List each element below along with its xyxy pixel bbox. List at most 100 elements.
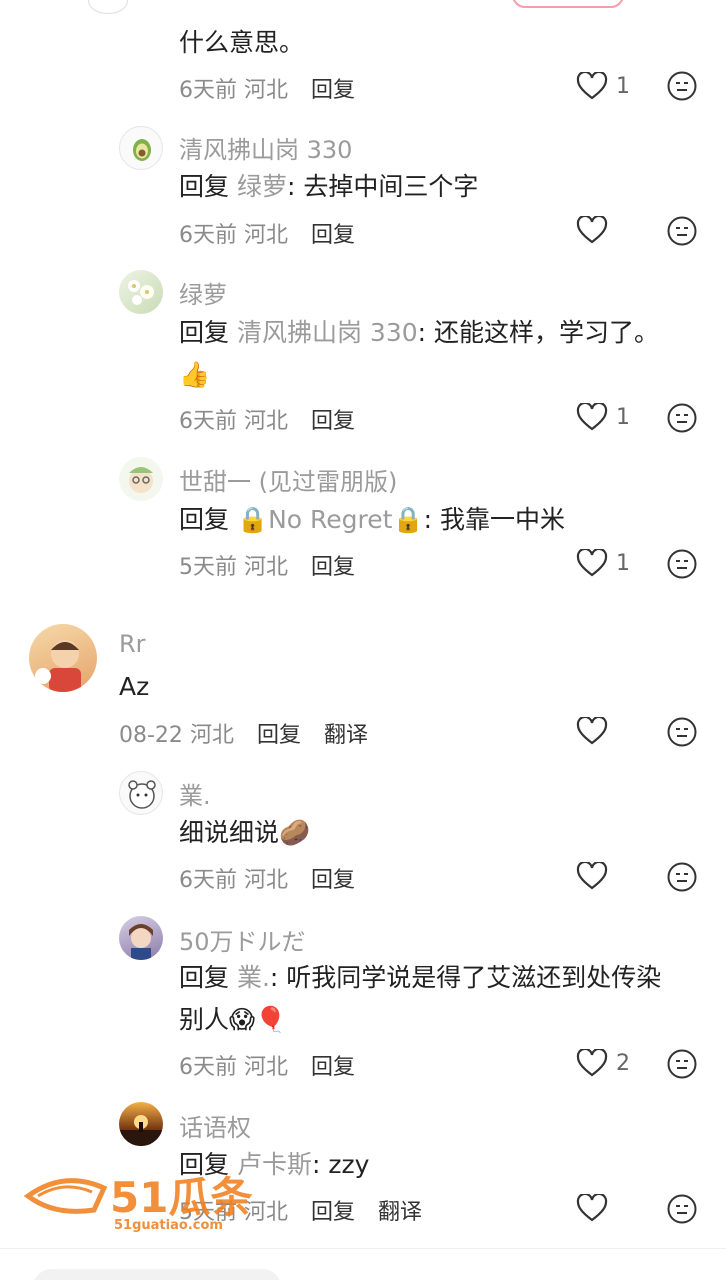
comment-text: 回复 業.: 听我同学说是得了艾滋还到处传染 bbox=[179, 955, 661, 1000]
reply-prefix: 回复 bbox=[179, 172, 230, 201]
avatar[interactable] bbox=[119, 270, 163, 314]
translate-button[interactable]: 翻译 bbox=[324, 723, 368, 748]
comment-meta: 6天前 河北 回复 bbox=[179, 72, 355, 104]
reaction-button[interactable] bbox=[666, 861, 698, 897]
like-button[interactable]: 1 bbox=[576, 549, 630, 577]
flower-avatar-icon bbox=[128, 280, 154, 305]
avatar[interactable] bbox=[119, 916, 163, 960]
reply-button[interactable]: 回复 bbox=[311, 223, 355, 248]
neutral-face-icon bbox=[667, 216, 697, 246]
reaction-button[interactable] bbox=[666, 1048, 698, 1084]
like-button[interactable]: 1 bbox=[576, 403, 630, 431]
comment-text: 什么意思。 bbox=[179, 28, 305, 57]
neutral-face-icon bbox=[667, 862, 697, 892]
reaction-button[interactable] bbox=[666, 215, 698, 251]
like-count: 1 bbox=[616, 404, 630, 430]
reaction-button[interactable] bbox=[666, 548, 698, 584]
comment-time: 6天前 bbox=[179, 1055, 237, 1080]
reply-prefix: 回复 bbox=[179, 318, 230, 347]
comment-meta: 6天前 河北 回复 bbox=[179, 217, 355, 249]
heart-outline-icon bbox=[576, 717, 608, 745]
like-button[interactable]: 2 bbox=[576, 1049, 630, 1077]
avatar[interactable] bbox=[119, 1102, 163, 1146]
like-button[interactable] bbox=[576, 717, 616, 745]
avatar[interactable] bbox=[119, 126, 163, 170]
sunset-avatar-icon bbox=[119, 1115, 163, 1146]
like-button[interactable] bbox=[576, 862, 616, 890]
avatar[interactable] bbox=[119, 771, 163, 815]
neutral-face-icon bbox=[667, 403, 697, 433]
reply-button[interactable]: 回复 bbox=[311, 1200, 355, 1225]
reply-button[interactable]: 回复 bbox=[311, 555, 355, 580]
watermark-url: 51guatiao.com bbox=[114, 1218, 223, 1233]
avatar[interactable] bbox=[88, 0, 128, 14]
watermark-brand: 51瓜条 bbox=[110, 1173, 252, 1222]
reply-button[interactable]: 回复 bbox=[311, 409, 355, 434]
avocado-avatar-icon bbox=[133, 139, 151, 161]
translate-button[interactable]: 翻译 bbox=[378, 1200, 422, 1225]
comment-time: 6天前 bbox=[179, 409, 237, 434]
reply-button[interactable]: 回复 bbox=[311, 868, 355, 893]
reply-to-user[interactable]: 🔒No Regret🔒 bbox=[237, 505, 424, 534]
neutral-face-icon bbox=[667, 717, 697, 747]
comment-meta: 08-22 河北 回复 翻译 bbox=[119, 717, 368, 749]
reaction-button[interactable] bbox=[666, 70, 698, 106]
heart-outline-icon bbox=[576, 862, 608, 890]
reply-button[interactable]: 回复 bbox=[257, 723, 301, 748]
user-name[interactable]: 话语权 bbox=[179, 1108, 251, 1143]
comment-meta: 6天前 河北 回复 bbox=[179, 403, 355, 435]
comment-body: : 我靠一中米 bbox=[423, 505, 565, 534]
neutral-face-icon bbox=[667, 549, 697, 579]
comment-time: 08-22 bbox=[119, 723, 183, 748]
comment-body: : zzy bbox=[311, 1150, 370, 1179]
neutral-face-icon bbox=[667, 1049, 697, 1079]
comment-time: 6天前 bbox=[179, 868, 237, 893]
watermelon-logo-icon: 51瓜条 bbox=[23, 1173, 252, 1222]
comment-input[interactable] bbox=[32, 1269, 282, 1280]
reaction-button[interactable] bbox=[666, 402, 698, 438]
comment-emoji: 👍 bbox=[179, 360, 211, 389]
comment-text: 细说细说🥔 bbox=[179, 818, 311, 847]
comment-time: 5天前 bbox=[179, 555, 237, 580]
like-button[interactable]: 1 bbox=[576, 72, 630, 100]
reply-to-user[interactable]: 業. bbox=[237, 963, 270, 992]
reply-to-user[interactable]: 绿萝 bbox=[237, 172, 287, 201]
like-count: 2 bbox=[616, 1050, 630, 1076]
heart-outline-icon bbox=[576, 1049, 608, 1077]
reply-button[interactable]: 回复 bbox=[311, 78, 355, 103]
user-name[interactable]: 50万ドルだ bbox=[179, 922, 306, 957]
reply-to-user[interactable]: 清风拂山岗 330 bbox=[237, 318, 418, 347]
neutral-face-icon bbox=[667, 71, 697, 101]
cartoon-avatar-icon bbox=[128, 780, 156, 809]
follow-button[interactable] bbox=[512, 0, 624, 8]
user-name[interactable]: 業. bbox=[179, 776, 211, 811]
comment-body: : 听我同学说是得了艾滋还到处传染 bbox=[269, 963, 662, 992]
comment-region: 河北 bbox=[244, 223, 289, 248]
like-count: 1 bbox=[616, 73, 630, 99]
watermark-logo: 51瓜条 51guatiao.com bbox=[23, 1166, 254, 1246]
comment-region: 河北 bbox=[189, 723, 234, 748]
avatar[interactable] bbox=[29, 624, 97, 692]
reply-button[interactable]: 回复 bbox=[311, 1055, 355, 1080]
comment-meta: 6天前 河北 回复 bbox=[179, 1049, 355, 1081]
heart-outline-icon bbox=[576, 216, 608, 244]
avatar[interactable] bbox=[119, 457, 163, 501]
comment-text: 回复 清风拂山岗 330: 还能这样，学习了。 bbox=[179, 310, 659, 355]
reply-prefix: 回复 bbox=[179, 505, 230, 534]
cartoon-avatar-icon bbox=[35, 640, 81, 692]
cartoon-avatar-icon bbox=[129, 467, 153, 493]
user-name[interactable]: 世甜一 (见过雷朋版) bbox=[179, 462, 397, 497]
comment-region: 河北 bbox=[244, 78, 289, 103]
user-name[interactable]: 清风拂山岗 330 bbox=[179, 130, 352, 165]
like-button[interactable] bbox=[576, 1194, 616, 1222]
reaction-button[interactable] bbox=[666, 1193, 698, 1229]
comment-region: 河北 bbox=[244, 1055, 289, 1080]
bottom-input-bar bbox=[0, 1248, 726, 1280]
user-name[interactable]: Rr bbox=[119, 630, 146, 658]
comment-body: : 去掉中间三个字 bbox=[286, 172, 479, 201]
user-name[interactable]: 绿萝 bbox=[179, 275, 227, 310]
reaction-button[interactable] bbox=[666, 716, 698, 752]
heart-outline-icon bbox=[576, 72, 608, 100]
comment-text: Az bbox=[119, 672, 150, 701]
like-button[interactable] bbox=[576, 216, 616, 244]
